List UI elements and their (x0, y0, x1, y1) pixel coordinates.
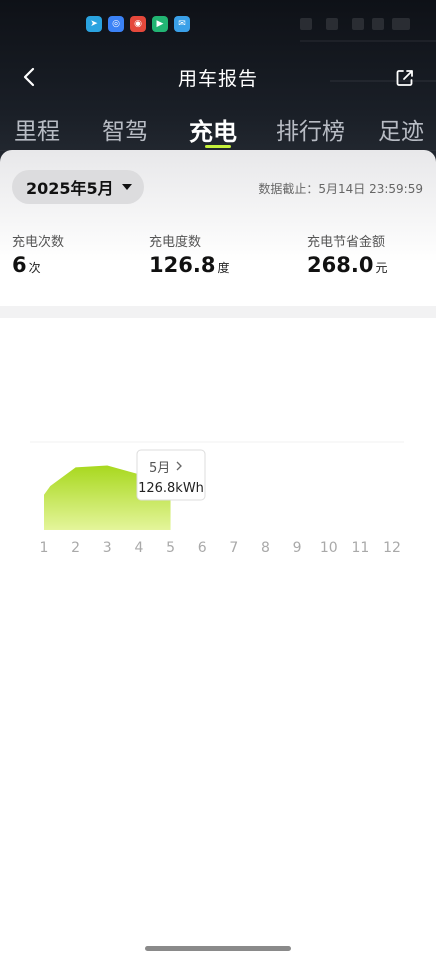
weibo-icon: ◉ (130, 16, 146, 32)
charge-count-number: 6 (12, 253, 27, 277)
x-tick-label: 7 (229, 540, 238, 556)
charge-savings-value: 268.0 元 (307, 253, 387, 277)
telegram-icon: ➤ (86, 16, 102, 32)
bluetooth-icon (326, 18, 338, 30)
tab-footprint[interactable]: 足迹 (378, 112, 424, 146)
tab-charging[interactable]: 充电 (189, 112, 237, 147)
wifi-icon (352, 18, 364, 30)
x-tick-label: 1 (40, 540, 49, 556)
tooltip-month: 5月 (149, 461, 170, 476)
x-tick-label: 8 (261, 540, 270, 556)
summary-card: 2025年5月 数据截止：5月14日 23:59:59 充电次数 6次 充电度数… (0, 150, 436, 310)
section-divider (0, 306, 436, 318)
active-tab-indicator (205, 145, 231, 148)
tab-mileage[interactable]: 里程 (14, 112, 60, 146)
month-selector[interactable]: 2025年5月 (12, 170, 144, 204)
charge-savings-number: 268.0 (307, 253, 374, 277)
title-bar: 用车报告 (0, 52, 436, 100)
x-tick-label: 5 (166, 540, 175, 556)
share-icon (396, 70, 413, 86)
charge-savings-unit: 元 (375, 261, 388, 275)
month-selector-label: 2025年5月 (26, 179, 114, 198)
tooltip-value: 126.8kWh (138, 481, 204, 496)
x-tick-label: 11 (351, 540, 369, 556)
x-tick-label: 6 (198, 540, 207, 556)
charging-area-chart: 1 2 3 4 5 6 7 8 9 10 11 125月126.8kWh (30, 441, 404, 556)
report-tabs: 里程 智驾 充电 排行榜 足迹 (0, 112, 436, 152)
x-tick-label: 2 (71, 540, 80, 556)
home-indicator[interactable] (145, 946, 291, 951)
signal-icon (372, 18, 384, 30)
charge-count-unit: 次 (28, 261, 41, 275)
mail-icon: ✉ (174, 16, 190, 32)
charge-count-label: 充电次数 (12, 235, 65, 250)
status-bar: ➤ ◎ ◉ ▶ ✉ (0, 0, 436, 48)
charge-energy-value: 126.8 度 (149, 253, 229, 277)
share-button[interactable] (390, 63, 420, 93)
browser-icon: ◎ (108, 16, 124, 32)
video-icon: ▶ (152, 16, 168, 32)
battery-icon (392, 18, 410, 30)
notification-icon (300, 18, 312, 30)
x-tick-label: 9 (293, 540, 302, 556)
monthly-charging-chart: 1 2 3 4 5 6 7 8 9 10 11 12 5月 126.8kWh (0, 318, 436, 598)
x-tick-label: 3 (103, 540, 112, 556)
data-cutoff-text: 数据截止：5月14日 23:59:59 (258, 182, 423, 196)
charge-energy-number: 126.8 (149, 253, 216, 277)
x-tick-label: 4 (134, 540, 143, 556)
charge-count-value: 6次 (12, 253, 41, 277)
x-tick-label: 10 (320, 540, 338, 556)
x-tick-label: 12 (383, 540, 401, 556)
tab-ranking[interactable]: 排行榜 (276, 112, 345, 146)
charge-energy-label: 充电度数 (149, 235, 202, 250)
page-title: 用车报告 (177, 68, 258, 90)
charge-energy-unit: 度 (217, 261, 230, 275)
tab-smart-driving[interactable]: 智驾 (102, 112, 148, 146)
charge-savings-label: 充电节省金额 (307, 235, 386, 250)
caret-down-icon (121, 184, 132, 190)
